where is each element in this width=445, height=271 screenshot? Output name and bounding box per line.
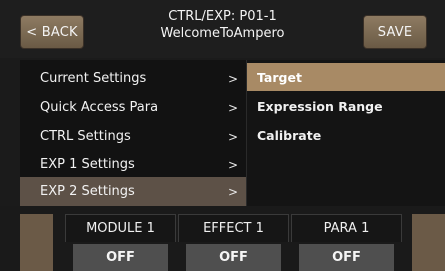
title-line-2: WelcomeToAmpero: [160, 26, 285, 41]
param-module-1[interactable]: MODULE 1 OFF: [65, 214, 176, 271]
param-effect-1[interactable]: EFFECT 1 OFF: [178, 214, 289, 271]
page-left-button[interactable]: [20, 214, 53, 271]
chevron-right-icon: >: [227, 129, 239, 144]
chevron-right-icon: >: [227, 157, 239, 172]
title-line-1: CTRL/EXP: P01-1: [168, 9, 277, 24]
submenu-item-target[interactable]: Target: [247, 63, 445, 91]
menu-item-exp2-settings[interactable]: EXP 2 Settings >: [20, 177, 246, 206]
settings-menu: Current Settings > Quick Access Para > C…: [20, 60, 246, 206]
submenu-item-expression-range[interactable]: Expression Range: [247, 92, 445, 120]
param-label: PARA 1: [291, 214, 402, 242]
parameter-bar: MODULE 1 OFF EFFECT 1 OFF PARA 1 OFF: [0, 206, 445, 271]
menu-item-label: EXP 2 Settings: [40, 184, 135, 199]
menu-item-quick-access-para[interactable]: Quick Access Para >: [20, 93, 246, 122]
menu-item-ctrl-settings[interactable]: CTRL Settings >: [20, 122, 246, 151]
menu-item-exp1-settings[interactable]: EXP 1 Settings >: [20, 150, 246, 179]
menu-item-current-settings[interactable]: Current Settings >: [20, 64, 246, 93]
param-label: EFFECT 1: [178, 214, 289, 242]
page-right-button[interactable]: [412, 214, 445, 271]
param-para-1[interactable]: PARA 1 OFF: [291, 214, 402, 271]
menu-item-label: EXP 1 Settings: [40, 157, 135, 172]
menu-item-label: CTRL Settings: [40, 129, 131, 144]
save-button[interactable]: SAVE: [363, 15, 427, 49]
param-value[interactable]: OFF: [299, 244, 394, 271]
param-value[interactable]: OFF: [186, 244, 281, 271]
param-label: MODULE 1: [65, 214, 176, 242]
chevron-right-icon: >: [227, 184, 239, 199]
header-bar: < BACK CTRL/EXP: P01-1 WelcomeToAmpero S…: [0, 0, 445, 58]
submenu-item-calibrate[interactable]: Calibrate: [247, 121, 445, 149]
submenu-panel: Target Expression Range Calibrate: [246, 60, 445, 206]
back-button[interactable]: < BACK: [20, 15, 84, 49]
menu-item-label: Quick Access Para: [40, 100, 159, 115]
chevron-right-icon: >: [227, 71, 239, 86]
chevron-right-icon: >: [227, 100, 239, 115]
page-title: CTRL/EXP: P01-1 WelcomeToAmpero: [100, 8, 345, 42]
param-value[interactable]: OFF: [73, 244, 168, 271]
menu-item-label: Current Settings: [40, 71, 147, 86]
